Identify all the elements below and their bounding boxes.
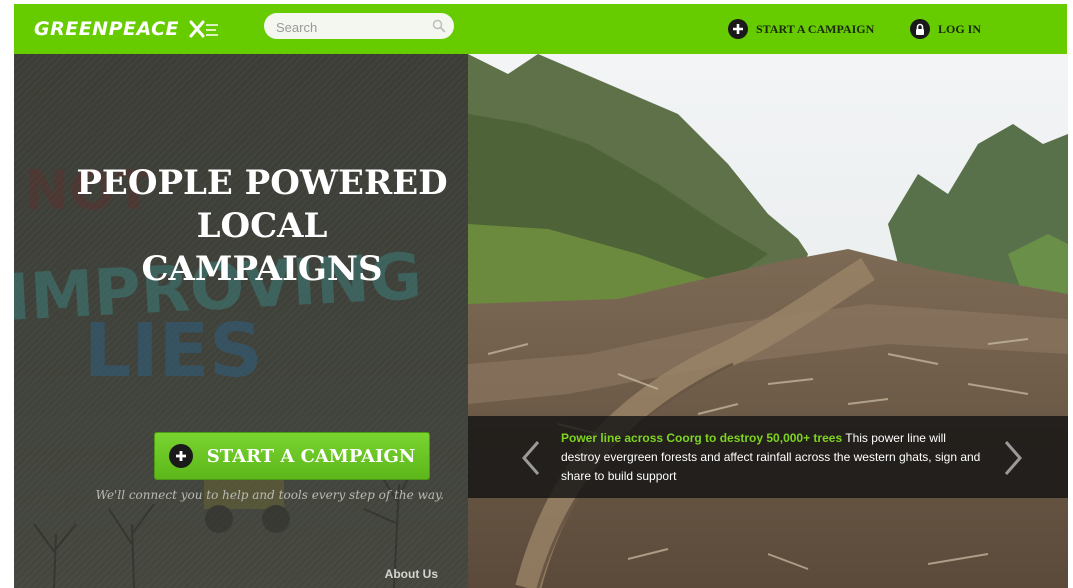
hero-panel: NOT IMPROVING LIES PEOPLE POWERED LOCAL … — [14, 54, 468, 588]
nav-start-campaign-link[interactable]: START A CAMPAIGN — [728, 18, 874, 40]
start-campaign-button-label: START A CAMPAIGN — [206, 445, 416, 467]
nav-login-link[interactable]: LOG IN — [910, 18, 981, 40]
plus-circle-icon — [168, 444, 193, 468]
chevron-right-icon[interactable] — [1002, 438, 1024, 478]
hero-tagline: We'll connect you to help and tools ever… — [95, 488, 444, 502]
logo-x-mark-icon — [189, 20, 219, 38]
hero-title: PEOPLE POWERED LOCAL CAMPAIGNS — [76, 163, 448, 289]
greenpeace-logo[interactable]: GREENPEACE — [34, 17, 221, 41]
search-input[interactable] — [274, 13, 428, 41]
search-box — [264, 13, 454, 41]
search-icon[interactable] — [432, 19, 446, 33]
slider-caption-text: Power line across Coorg to destroy 50,00… — [561, 429, 981, 486]
logo-text: GREENPEACE — [34, 18, 180, 40]
nav-start-campaign-label: START A CAMPAIGN — [756, 21, 875, 36]
campaign-photo-deforestation — [468, 54, 1068, 588]
slider-caption: Power line across Coorg to destroy 50,00… — [468, 416, 1068, 498]
chevron-left-icon[interactable] — [520, 438, 542, 478]
about-us-link[interactable]: About Us — [366, 567, 438, 581]
top-nav-bar: GREENPEACE START A CAMPAIGN LOG IN — [14, 4, 1067, 54]
hero-background-poster-image: NOT IMPROVING LIES — [14, 159, 425, 588]
slider-headline-link[interactable]: Power line across Coorg to destroy 50,00… — [561, 431, 842, 445]
nav-login-label: LOG IN — [938, 21, 982, 36]
start-campaign-button[interactable]: START A CAMPAIGN — [154, 432, 430, 480]
plus-circle-icon — [728, 19, 748, 39]
svg-text:LIES: LIES — [84, 308, 263, 394]
lock-icon — [910, 19, 930, 39]
